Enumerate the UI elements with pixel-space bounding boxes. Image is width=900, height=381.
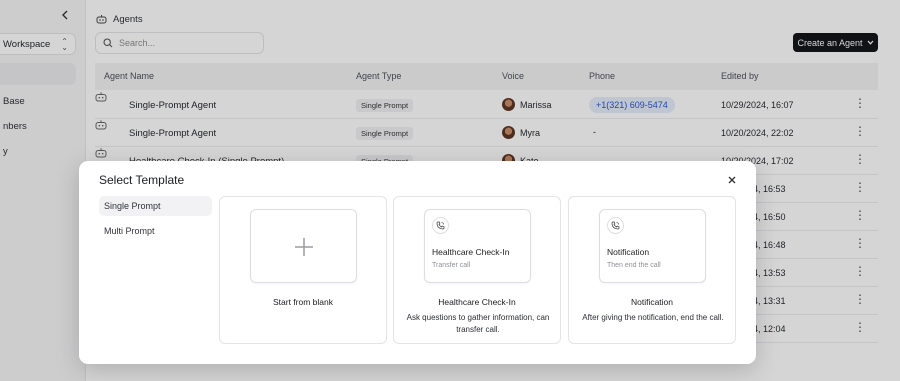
- template-preview: [250, 209, 357, 283]
- preview-subtitle: Then end the call: [607, 262, 661, 269]
- template-description: Ask questions to gather information, can…: [406, 313, 550, 334]
- phone-icon: [432, 217, 449, 234]
- tab-single-prompt[interactable]: Single Prompt: [99, 196, 212, 216]
- template-card-blank[interactable]: Start from blank: [219, 196, 387, 344]
- template-preview: Healthcare Check-In Transfer call: [424, 209, 531, 283]
- modal-title: Select Template: [99, 173, 185, 187]
- plus-icon: [295, 238, 313, 256]
- template-description: After giving the notification, end the c…: [582, 313, 724, 322]
- template-card-healthcare[interactable]: Healthcare Check-In Transfer call Health…: [393, 196, 561, 344]
- phone-icon: [607, 217, 624, 234]
- tab-label: Multi Prompt: [104, 226, 155, 236]
- template-title: Healthcare Check-In: [438, 297, 516, 307]
- preview-subtitle: Transfer call: [432, 262, 471, 269]
- close-icon: [728, 176, 736, 184]
- template-preview: Notification Then end the call: [599, 209, 706, 283]
- template-title: Notification: [630, 297, 674, 307]
- preview-title: Notification: [607, 247, 650, 257]
- template-title: Start from blank: [273, 297, 333, 307]
- preview-title: Healthcare Check-In: [432, 247, 510, 257]
- select-template-modal: Select Template Single Prompt Multi Prom…: [79, 161, 756, 364]
- template-card-notification[interactable]: Notification Then end the call Notificat…: [568, 196, 736, 344]
- tab-multi-prompt[interactable]: Multi Prompt: [99, 221, 212, 241]
- tab-label: Single Prompt: [104, 201, 161, 211]
- close-button[interactable]: [725, 173, 739, 187]
